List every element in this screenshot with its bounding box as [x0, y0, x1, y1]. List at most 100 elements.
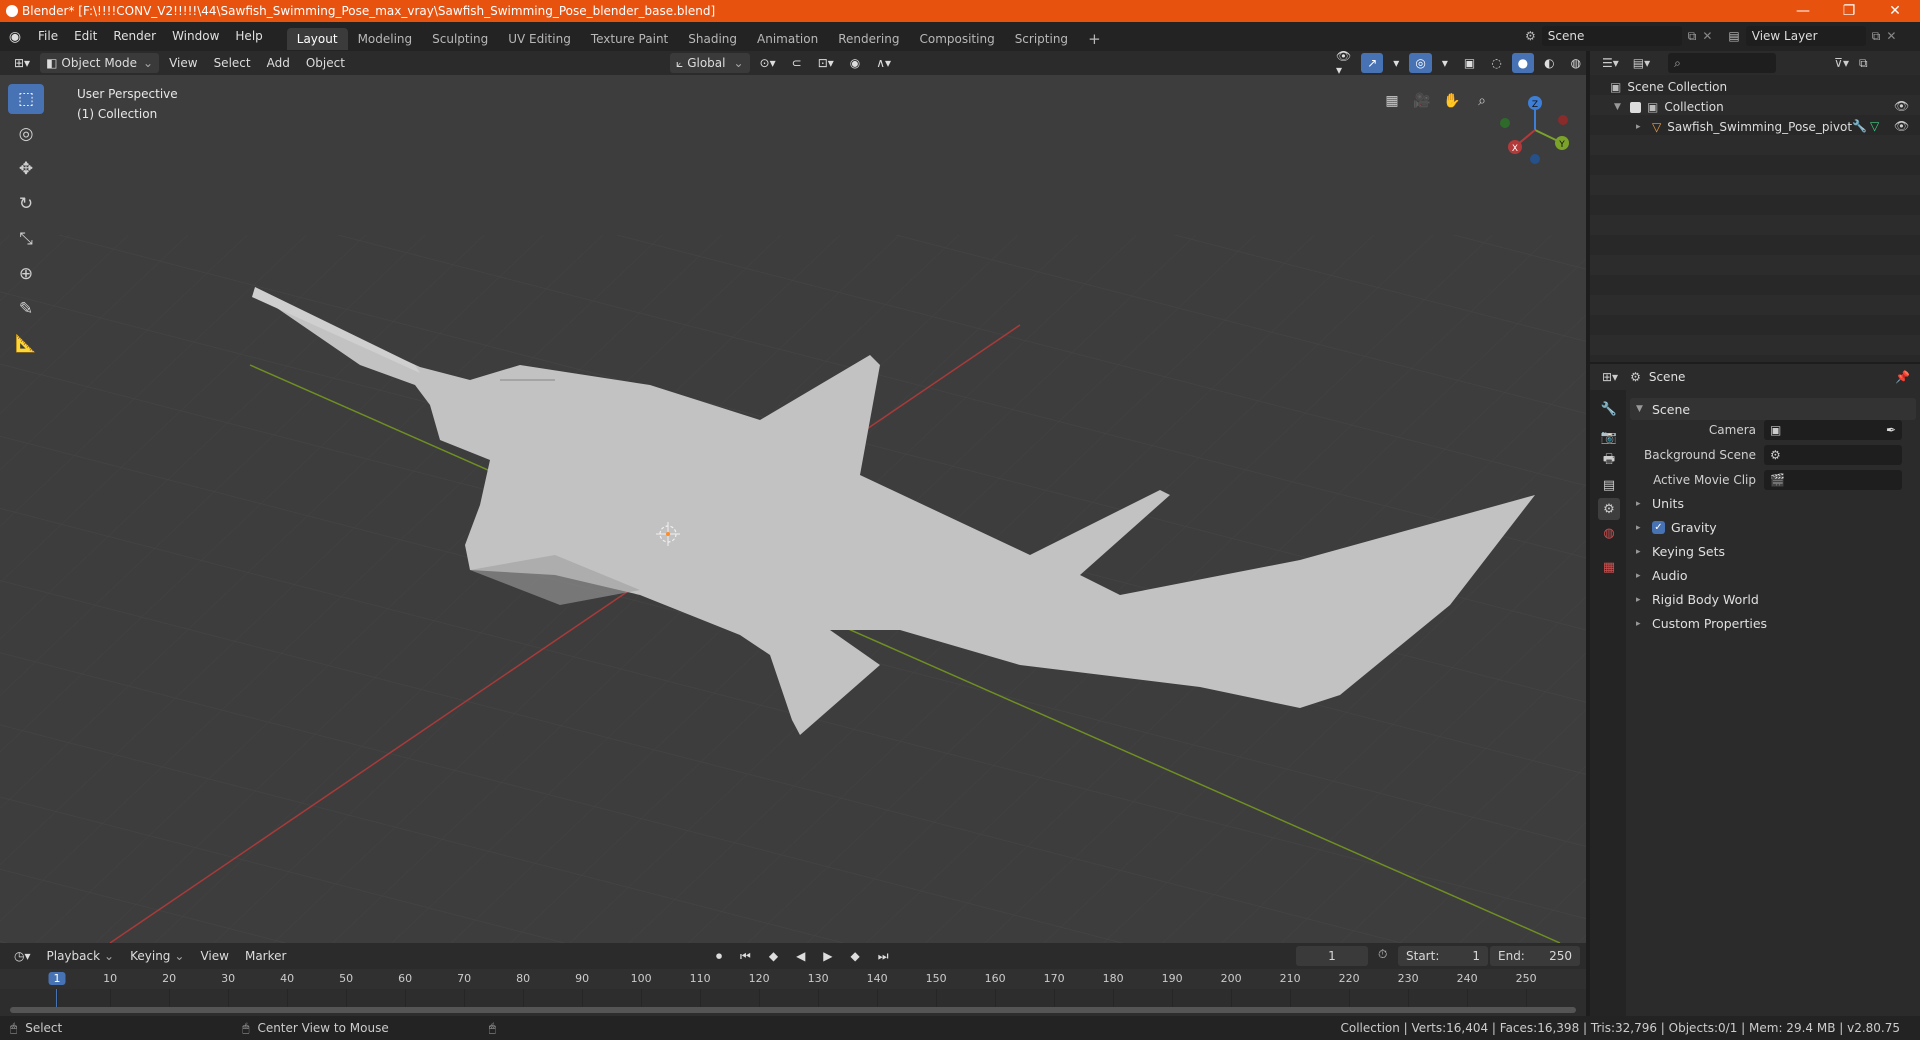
wireframe-shading-icon[interactable]: ◌	[1485, 53, 1507, 73]
camera-view-icon[interactable]: 🎥	[1410, 89, 1434, 113]
menu-playback[interactable]: Playback ⌄	[41, 946, 121, 966]
rotate-tool-icon[interactable]: ↻	[8, 189, 44, 219]
timeline-editor-type-icon[interactable]: ◷▾	[8, 946, 37, 966]
scene-panel-header[interactable]: ▼ Scene	[1630, 398, 1916, 420]
annotate-tool-icon[interactable]: ✎	[8, 294, 44, 324]
tab-layout[interactable]: Layout	[286, 27, 348, 50]
expand-triangle-icon[interactable]: ▼	[1614, 102, 1622, 112]
menu-edit[interactable]: Edit	[66, 22, 105, 51]
close-button[interactable]: ✕	[1872, 0, 1918, 22]
outliner-search-input[interactable]: ⌕	[1668, 53, 1777, 73]
camera-field[interactable]: ▣ ✒	[1764, 420, 1902, 440]
toggle-ortho-icon[interactable]: ▦	[1380, 89, 1404, 113]
jump-end-icon[interactable]: ⏭	[872, 946, 895, 966]
new-view-layer-icon[interactable]: ⧉	[1872, 29, 1881, 44]
gizmo-dropdown-icon[interactable]: ▾	[1387, 53, 1405, 73]
timeline[interactable]: 1 10 20 30 40 50 60 70 80 90 100 110 120 130 140 150 160…	[0, 969, 1586, 1016]
menu-add[interactable]: Add	[261, 53, 296, 73]
play-icon[interactable]: ▶	[817, 946, 838, 966]
gravity-checkbox[interactable]: ✓	[1652, 521, 1665, 534]
timeline-scrollbar[interactable]	[10, 1007, 1576, 1013]
proportional-edit-icon[interactable]: ◉	[844, 53, 866, 73]
transform-orientation-selector[interactable]: ⟀ Global ⌄	[670, 53, 750, 73]
new-collection-icon[interactable]: ⧉	[1859, 56, 1868, 71]
tab-rendering[interactable]: Rendering	[828, 28, 909, 50]
minimize-button[interactable]: —	[1780, 0, 1826, 22]
view-layer-selector[interactable]: View Layer	[1745, 26, 1866, 46]
gravity-panel-header[interactable]: ▸ ✓ Gravity	[1636, 520, 1717, 535]
falloff-icon[interactable]: ∧▾	[870, 53, 897, 73]
add-workspace-button[interactable]: +	[1078, 28, 1111, 50]
tool-settings-tab-icon[interactable]: 🔧	[1598, 398, 1620, 420]
scene-tab-icon[interactable]: ⚙	[1598, 498, 1620, 520]
auto-keying-icon[interactable]: ⏺	[710, 946, 728, 966]
navigation-gizmo[interactable]: Z Y X	[1500, 96, 1569, 164]
jump-start-icon[interactable]: ⏮	[734, 946, 757, 966]
snap-target-icon[interactable]: ⊡▾	[812, 53, 840, 73]
menu-window[interactable]: Window	[164, 22, 227, 51]
outliner-item-scene-collection[interactable]: ▣ Scene Collection	[1610, 77, 1727, 97]
outliner-editor-type-icon[interactable]: ☰▾	[1602, 56, 1619, 70]
output-tab-icon[interactable]: 🖶	[1598, 450, 1620, 472]
modifier-wrench-icon[interactable]: 🔧	[1852, 119, 1867, 133]
tab-compositing[interactable]: Compositing	[909, 28, 1004, 50]
tab-uv-editing[interactable]: UV Editing	[498, 28, 581, 50]
menu-object[interactable]: Object	[300, 53, 351, 73]
start-frame-field[interactable]: Start: 1	[1398, 946, 1488, 966]
texture-tab-icon[interactable]: ▦	[1598, 556, 1620, 578]
expand-triangle-icon[interactable]: ▸	[1636, 122, 1644, 132]
menu-timeline-view[interactable]: View	[194, 946, 234, 966]
end-frame-field[interactable]: End: 250	[1490, 946, 1580, 966]
mesh-data-icon[interactable]: ▽	[1870, 119, 1879, 133]
jump-keyframe-back-icon[interactable]: ◆	[763, 946, 784, 966]
gizmo-neg-z-icon[interactable]	[1530, 154, 1540, 164]
tab-modeling[interactable]: Modeling	[348, 28, 423, 50]
pin-icon[interactable]: 📌	[1895, 370, 1910, 384]
tab-texture-paint[interactable]: Texture Paint	[581, 28, 678, 50]
menu-marker[interactable]: Marker	[239, 946, 292, 966]
delete-view-layer-icon[interactable]: ✕	[1886, 29, 1896, 43]
maximize-button[interactable]: ❐	[1826, 0, 1872, 22]
gizmo-neg-x-icon[interactable]	[1558, 115, 1568, 125]
view-layer-tab-icon[interactable]: ▤	[1598, 474, 1620, 496]
tab-shading[interactable]: Shading	[678, 28, 747, 50]
3d-viewport[interactable]: Z Y X ▦ 🎥 ✋ ⌕	[0, 75, 1586, 943]
visibility-icon[interactable]: 👁▾	[1330, 49, 1357, 77]
scale-tool-icon[interactable]: ⤡	[8, 224, 44, 254]
filter-icon[interactable]: ⊽▾	[1834, 56, 1849, 70]
cursor-tool-icon[interactable]: ◎	[8, 119, 44, 149]
menu-render[interactable]: Render	[105, 22, 164, 51]
object-eye-icon[interactable]: 👁	[1894, 119, 1909, 133]
overlays-toggle-icon[interactable]: ◎	[1409, 53, 1432, 73]
play-reverse-icon[interactable]: ◀	[790, 946, 811, 966]
xray-icon[interactable]: ▣	[1458, 53, 1481, 73]
editor-type-icon[interactable]: ⊞▾	[8, 53, 36, 73]
material-shading-icon[interactable]: ◐	[1538, 53, 1560, 73]
solid-shading-icon[interactable]: ●	[1511, 53, 1535, 73]
display-mode-icon[interactable]: ▤▾	[1633, 56, 1650, 70]
preview-range-icon[interactable]: ⏱	[1378, 947, 1387, 962]
zoom-icon[interactable]: ⌕	[1470, 89, 1494, 113]
move-tool-icon[interactable]: ✥	[8, 154, 44, 184]
tab-scripting[interactable]: Scripting	[1005, 28, 1078, 50]
rigid-body-world-panel-header[interactable]: ▸ Rigid Body World	[1636, 592, 1759, 607]
gizmo-toggle-icon[interactable]: ↗	[1361, 53, 1384, 73]
keying-sets-panel-header[interactable]: ▸ Keying Sets	[1636, 544, 1725, 559]
world-tab-icon[interactable]: ◍	[1598, 522, 1620, 544]
snap-icon[interactable]: ⊂	[786, 53, 808, 73]
pivot-point-icon[interactable]: ⊙▾	[754, 53, 782, 73]
scene-selector[interactable]: Scene	[1541, 26, 1682, 46]
eyedropper-icon[interactable]: ✒	[1886, 423, 1896, 437]
audio-panel-header[interactable]: ▸ Audio	[1636, 568, 1688, 583]
render-tab-icon[interactable]: 📷	[1598, 426, 1620, 448]
menu-view[interactable]: View	[163, 53, 203, 73]
delete-scene-icon[interactable]: ✕	[1702, 29, 1712, 43]
gizmo-neg-y-icon[interactable]	[1500, 118, 1510, 128]
properties-editor-type-icon[interactable]: ⊞▾	[1602, 370, 1618, 384]
menu-keying[interactable]: Keying ⌄	[124, 946, 190, 966]
current-frame-field[interactable]: 1	[1296, 946, 1368, 966]
tab-animation[interactable]: Animation	[747, 28, 828, 50]
blender-menu-icon[interactable]: ◉	[0, 29, 30, 45]
outliner-item-object[interactable]: ▸ ▽ Sawfish_Swimming_Pose_pivot	[1636, 117, 1852, 137]
menu-help[interactable]: Help	[227, 22, 270, 51]
